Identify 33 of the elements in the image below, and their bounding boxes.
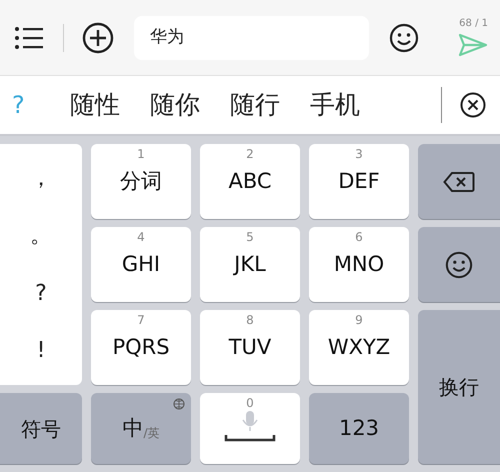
enter-key[interactable]: 换行 — [418, 310, 500, 464]
punctuation-key[interactable]: 。 — [30, 219, 52, 252]
close-icon[interactable] — [460, 92, 486, 118]
keypad-key[interactable]: 2 ABC — [200, 144, 300, 219]
language-key[interactable]: 中/英 — [91, 393, 191, 464]
candidate-word[interactable]: 手机 — [310, 86, 360, 124]
candidate-word[interactable]: 随行 — [230, 86, 280, 124]
emoji-icon — [445, 250, 473, 278]
keypad-key[interactable]: 6 MNO — [309, 227, 409, 302]
backspace-key[interactable] — [418, 144, 500, 219]
candidate-word[interactable]: 随性 — [70, 86, 120, 124]
keypad-key[interactable]: 1 分词 — [91, 144, 191, 219]
plus-icon[interactable] — [82, 22, 114, 54]
symbols-key[interactable]: 符号 — [0, 393, 82, 464]
keypad-key[interactable]: 3 DEF — [309, 144, 409, 219]
punctuation-key[interactable]: ， — [30, 162, 52, 196]
keypad-key[interactable]: 9 WXYZ — [309, 310, 409, 385]
emoji-key[interactable] — [418, 227, 500, 302]
punctuation-key[interactable]: ? — [35, 276, 47, 310]
keypad-key[interactable]: 8 TUV — [200, 310, 300, 385]
keypad-key[interactable]: 5 JKL — [200, 227, 300, 302]
space-key[interactable]: 0 — [200, 393, 300, 464]
numbers-key[interactable]: 123 — [309, 393, 409, 464]
emoji-icon[interactable] — [389, 22, 419, 52]
character-counter: 68 / 1 — [459, 18, 488, 28]
keypad-key[interactable]: 4 GHI — [91, 227, 191, 302]
menu-icon[interactable] — [15, 26, 43, 48]
candidate-word[interactable]: 随你 — [150, 86, 200, 124]
keypad-key[interactable]: 7 PQRS — [91, 310, 191, 385]
message-field[interactable]: 华为 — [134, 16, 369, 60]
backspace-icon — [443, 170, 475, 192]
punctuation-key[interactable]: ! — [36, 334, 46, 367]
globe-icon — [173, 398, 185, 410]
